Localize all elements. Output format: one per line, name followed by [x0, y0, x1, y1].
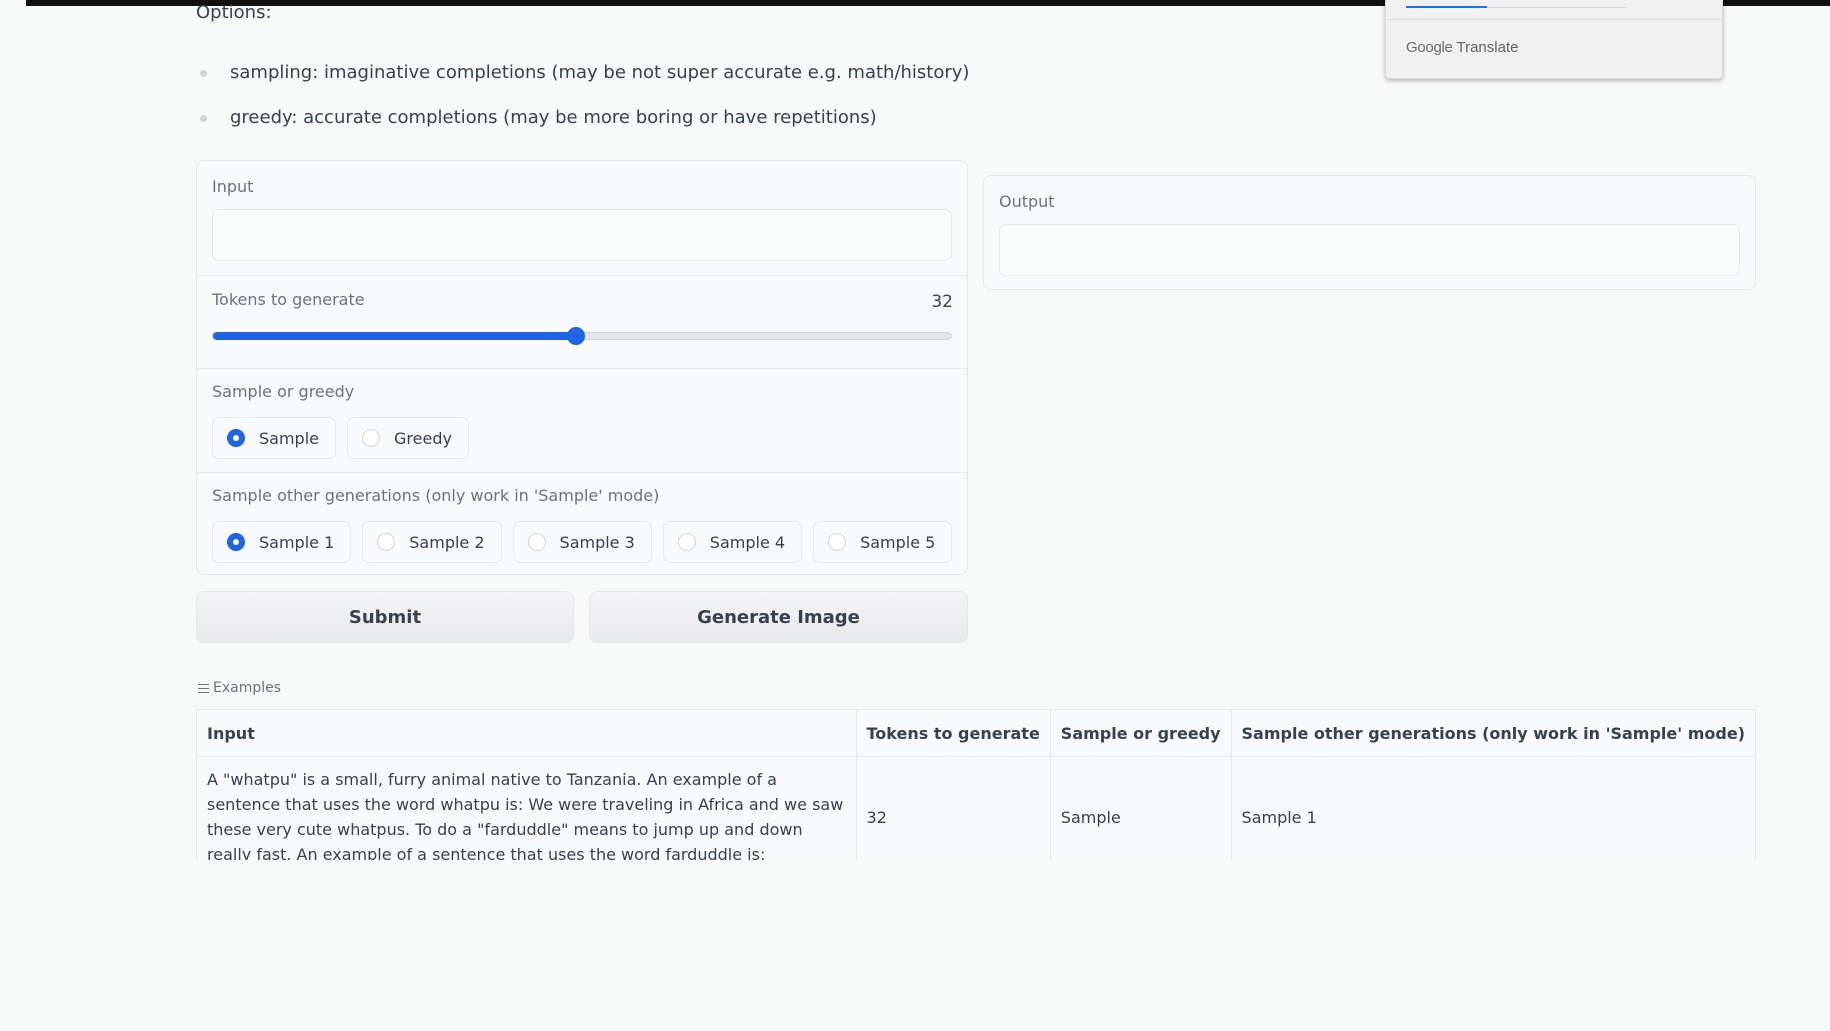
divider — [197, 472, 967, 473]
column-header-input: Input — [196, 709, 857, 757]
tokens-label: Tokens to generate — [212, 290, 365, 309]
divider — [197, 368, 967, 369]
generation-option-label: Sample 2 — [409, 532, 485, 552]
input-textbox[interactable] — [212, 209, 952, 261]
generation-option-label: Sample 5 — [860, 532, 936, 552]
radio-checked-icon[interactable] — [227, 429, 245, 447]
table-row[interactable]: A "whatpu" is a small, furry animal nati… — [196, 756, 1756, 860]
radio-unchecked-icon[interactable] — [828, 533, 847, 551]
generation-option-sample-5[interactable]: Sample 5 — [813, 521, 953, 563]
output-textbox[interactable] — [999, 224, 1740, 276]
generation-option-label: Sample 4 — [709, 532, 786, 552]
options-title: Options: — [196, 2, 272, 23]
options-item-label: sampling: imaginative completions (may b… — [230, 62, 970, 83]
examples-table-container: Input Tokens to generate Sample or greed… — [196, 709, 1756, 860]
google-translate-logo: Google Translate — [1406, 39, 1518, 56]
options-item-greedy: greedy: accurate completions (may be mor… — [196, 103, 969, 148]
column-header-generations: Sample other generations (only work in '… — [1230, 709, 1756, 757]
mode-radio-group: Sample Greedy — [212, 417, 469, 459]
mode-option-label: Greedy — [394, 428, 452, 448]
generation-option-sample-4[interactable]: Sample 4 — [662, 521, 803, 563]
generation-option-sample-3[interactable]: Sample 3 — [512, 521, 652, 563]
output-label: Output — [999, 192, 1055, 211]
divider — [1386, 19, 1722, 20]
radio-checked-icon[interactable] — [227, 533, 245, 551]
tokens-value[interactable]: 32 — [931, 292, 953, 312]
generate-image-button[interactable]: Generate Image — [589, 591, 968, 643]
column-header-tokens: Tokens to generate — [855, 709, 1051, 757]
bullet-icon — [200, 115, 207, 122]
radio-unchecked-icon[interactable] — [377, 533, 396, 551]
cell-input[interactable]: A "whatpu" is a small, furry animal nati… — [196, 756, 857, 860]
options-item-sampling: sampling: imaginative completions (may b… — [196, 58, 969, 103]
mode-option-sample[interactable]: Sample — [212, 417, 336, 459]
cell-tokens[interactable]: 32 — [855, 756, 1051, 860]
generation-option-sample-2[interactable]: Sample 2 — [362, 521, 502, 563]
mode-option-label: Sample — [259, 428, 319, 448]
radio-unchecked-icon[interactable] — [362, 429, 380, 447]
options-list: sampling: imaginative completions (may b… — [196, 58, 969, 148]
table-header-row: Input Tokens to generate Sample or greed… — [196, 709, 1756, 757]
google-translate-popup: Google Translate — [1385, 0, 1723, 79]
divider — [197, 275, 967, 276]
input-panel: Input Tokens to generate 32 Sample or gr… — [196, 160, 968, 575]
cell-generation[interactable]: Sample 1 — [1230, 756, 1756, 860]
mode-label: Sample or greedy — [212, 382, 355, 401]
list-icon — [198, 683, 209, 693]
tokens-slider[interactable] — [212, 327, 952, 345]
examples-header: Examples — [198, 680, 281, 696]
examples-title: Examples — [213, 680, 282, 696]
radio-unchecked-icon[interactable] — [677, 533, 696, 551]
tokens-slider-thumb[interactable] — [567, 327, 586, 345]
generations-label: Sample other generations (only work in '… — [212, 486, 660, 505]
examples-table: Input Tokens to generate Sample or greed… — [196, 709, 1756, 860]
cell-mode[interactable]: Sample — [1049, 756, 1232, 860]
mode-option-greedy[interactable]: Greedy — [347, 417, 469, 459]
generation-option-label: Sample 3 — [559, 532, 635, 552]
translate-tab-active-indicator[interactable] — [1406, 6, 1487, 8]
output-panel: Output — [983, 175, 1756, 290]
google-wordmark: Google — [1406, 39, 1453, 56]
radio-unchecked-icon[interactable] — [527, 533, 546, 551]
bullet-icon — [200, 70, 207, 77]
generation-option-label: Sample 1 — [259, 532, 335, 552]
translate-wordmark: Translate — [1456, 39, 1519, 56]
column-header-mode: Sample or greedy — [1049, 709, 1232, 757]
tokens-slider-fill — [213, 332, 577, 340]
generation-option-sample-1[interactable]: Sample 1 — [212, 521, 352, 563]
options-item-label: greedy: accurate completions (may be mor… — [230, 107, 877, 128]
submit-button[interactable]: Submit — [196, 591, 574, 643]
input-label: Input — [212, 177, 254, 196]
generations-radio-group: Sample 1 Sample 2 Sample 3 Sample 4 Samp… — [212, 521, 953, 563]
